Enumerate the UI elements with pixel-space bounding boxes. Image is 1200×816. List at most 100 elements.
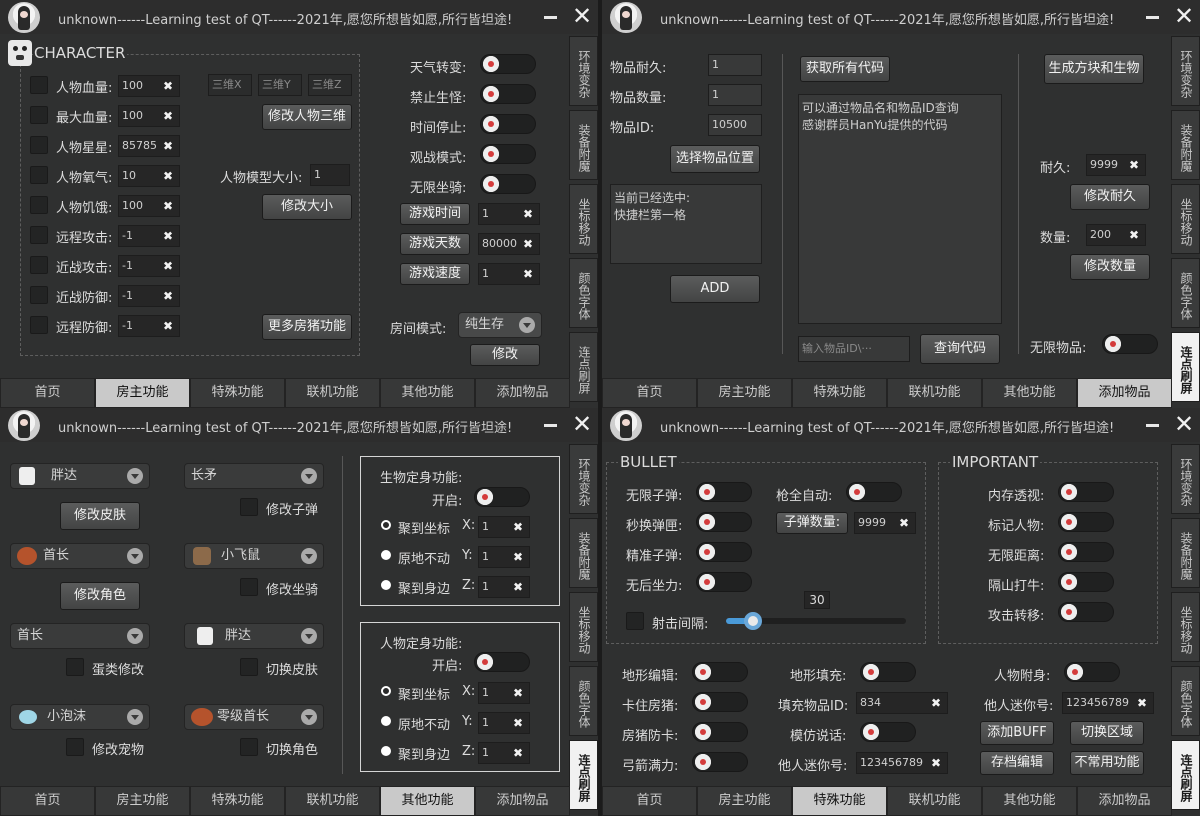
clear-icon[interactable]: ✖ [931,693,941,713]
creature-freeze-toggle[interactable] [474,487,530,507]
player-freeze-toggle[interactable] [474,652,530,672]
stat-input[interactable]: 85785 ✖ [118,135,180,157]
side-tab-equip[interactable]: 装备附魔 [569,110,598,180]
clear-icon[interactable]: ✖ [163,136,173,156]
tab-online[interactable]: 联机功能 [285,786,380,816]
radio-to-coord[interactable] [381,520,391,530]
stat-input[interactable]: 100 ✖ [118,105,180,127]
side-tab-env[interactable]: 环境变杂 [569,444,598,514]
stat-checkbox[interactable] [30,316,48,334]
clear-icon[interactable]: ✖ [163,256,173,276]
dim-x-input[interactable]: 三维X [208,74,252,96]
modify-role-button[interactable]: 修改角色 [60,582,140,610]
modify-size-button[interactable]: 修改大小 [262,194,352,220]
tab-add-item[interactable]: 添加物品 [1077,786,1172,816]
stat-checkbox[interactable] [30,136,48,154]
egg-checkbox[interactable] [66,658,84,676]
z-input[interactable]: 1 ✖ [478,742,530,764]
pet-checkbox[interactable] [66,738,84,756]
minimize-icon[interactable] [1146,16,1159,19]
modify-durability-button[interactable]: 修改耐久 [1070,184,1150,210]
num-input[interactable]: 200 ✖ [1086,224,1146,246]
room-mode-select[interactable]: 纯生存 [458,312,542,338]
mount-checkbox[interactable] [240,578,258,596]
x-input[interactable]: 1 ✖ [478,682,530,704]
tab-special[interactable]: 特殊功能 [190,378,285,408]
item-search-input[interactable]: 输入物品ID\··· [798,336,910,362]
stat-input[interactable]: -1 ✖ [118,255,180,277]
minimize-icon[interactable] [544,16,557,19]
side-tab-env[interactable]: 环境变杂 [569,36,598,106]
radio-stay[interactable] [381,716,391,726]
switch-role-checkbox[interactable] [240,738,258,756]
side-tab-coord[interactable]: 坐标移动 [569,592,598,662]
model-size-input[interactable]: 1 [310,164,350,186]
side-tab-color[interactable]: 颜色字体 [569,258,598,328]
item-id-input[interactable]: 10500 [708,114,762,136]
stat-input[interactable]: 10 ✖ [118,165,180,187]
tab-other[interactable]: 其他功能 [982,378,1077,408]
stat-input[interactable]: 100 ✖ [118,75,180,97]
mount-select[interactable]: 小飞鼠 [184,543,324,569]
role2-select[interactable]: 零级首长 [184,704,324,730]
tab-home[interactable]: 首页 [0,378,95,408]
clear-icon[interactable]: ✖ [163,316,173,336]
clear-icon[interactable]: ✖ [513,683,523,703]
side-tab-color[interactable]: 颜色字体 [1171,258,1200,328]
role-select[interactable]: 首长 [10,543,150,569]
tab-special[interactable]: 特殊功能 [792,786,887,816]
switch-skin-checkbox[interactable] [240,658,258,676]
save-edit-button[interactable]: 存档编辑 [980,751,1054,775]
side-tab-equip[interactable]: 装备附魔 [1171,110,1200,180]
infinite-ammo-toggle[interactable] [696,482,752,502]
switch-area-button[interactable]: 切换区域 [1070,721,1144,745]
tab-special[interactable]: 特殊功能 [190,786,285,816]
game-time-input[interactable]: 1 ✖ [478,203,540,225]
side-tab-click[interactable]: 连点刷屏 [1171,332,1200,402]
minimize-icon[interactable] [1146,424,1159,427]
tab-add-item[interactable]: 添加物品 [1077,378,1172,408]
skin2-select[interactable]: 胖达 [184,623,324,649]
weather-toggle[interactable] [480,54,536,74]
other-mini-input[interactable]: 123456789 ✖ [856,752,948,774]
full-auto-toggle[interactable] [846,482,902,502]
host-anti-stuck-toggle[interactable] [692,722,748,742]
game-days-input[interactable]: 80000 ✖ [478,233,540,255]
clear-icon[interactable]: ✖ [1129,225,1139,245]
radio-to-coord[interactable] [381,686,391,696]
tab-host[interactable]: 房主功能 [95,786,190,816]
stat-checkbox[interactable] [30,286,48,304]
rare-functions-button[interactable]: 不常用功能 [1070,751,1144,775]
modify-num-button[interactable]: 修改数量 [1070,254,1150,280]
gen-block-button[interactable]: 生成方块和生物 [1044,54,1144,84]
side-tab-color[interactable]: 颜色字体 [1171,666,1200,736]
mark-player-toggle[interactable] [1058,512,1114,532]
tab-other[interactable]: 其他功能 [380,378,475,408]
no-recoil-toggle[interactable] [696,572,752,592]
game-speed-input[interactable]: 1 ✖ [478,263,540,285]
skin-select[interactable]: 胖达 [10,463,150,489]
fast-reload-toggle[interactable] [696,512,752,532]
tab-online[interactable]: 联机功能 [887,378,982,408]
mini-input-right[interactable]: 123456789 ✖ [1062,692,1154,714]
clear-icon[interactable]: ✖ [931,753,941,773]
clear-icon[interactable]: ✖ [513,547,523,567]
side-tab-env[interactable]: 环境变杂 [1171,36,1200,106]
item-durability-input[interactable]: 1 [708,54,762,76]
bullet-select[interactable]: 长矛 [184,463,324,489]
tab-home[interactable]: 首页 [0,786,95,816]
infinite-mount-toggle[interactable] [480,174,536,194]
stat-checkbox[interactable] [30,166,48,184]
mimic-toggle[interactable] [860,722,916,742]
minimize-icon[interactable] [544,424,557,427]
fire-interval-checkbox[interactable] [626,612,644,630]
tab-other[interactable]: 其他功能 [982,786,1077,816]
stat-input[interactable]: -1 ✖ [118,315,180,337]
stat-checkbox[interactable] [30,76,48,94]
tab-home[interactable]: 首页 [602,378,697,408]
infinite-items-toggle[interactable] [1102,334,1158,354]
clear-icon[interactable]: ✖ [163,76,173,96]
tab-home[interactable]: 首页 [602,786,697,816]
radio-to-self[interactable] [381,746,391,756]
close-icon[interactable]: ✕ [571,411,593,437]
